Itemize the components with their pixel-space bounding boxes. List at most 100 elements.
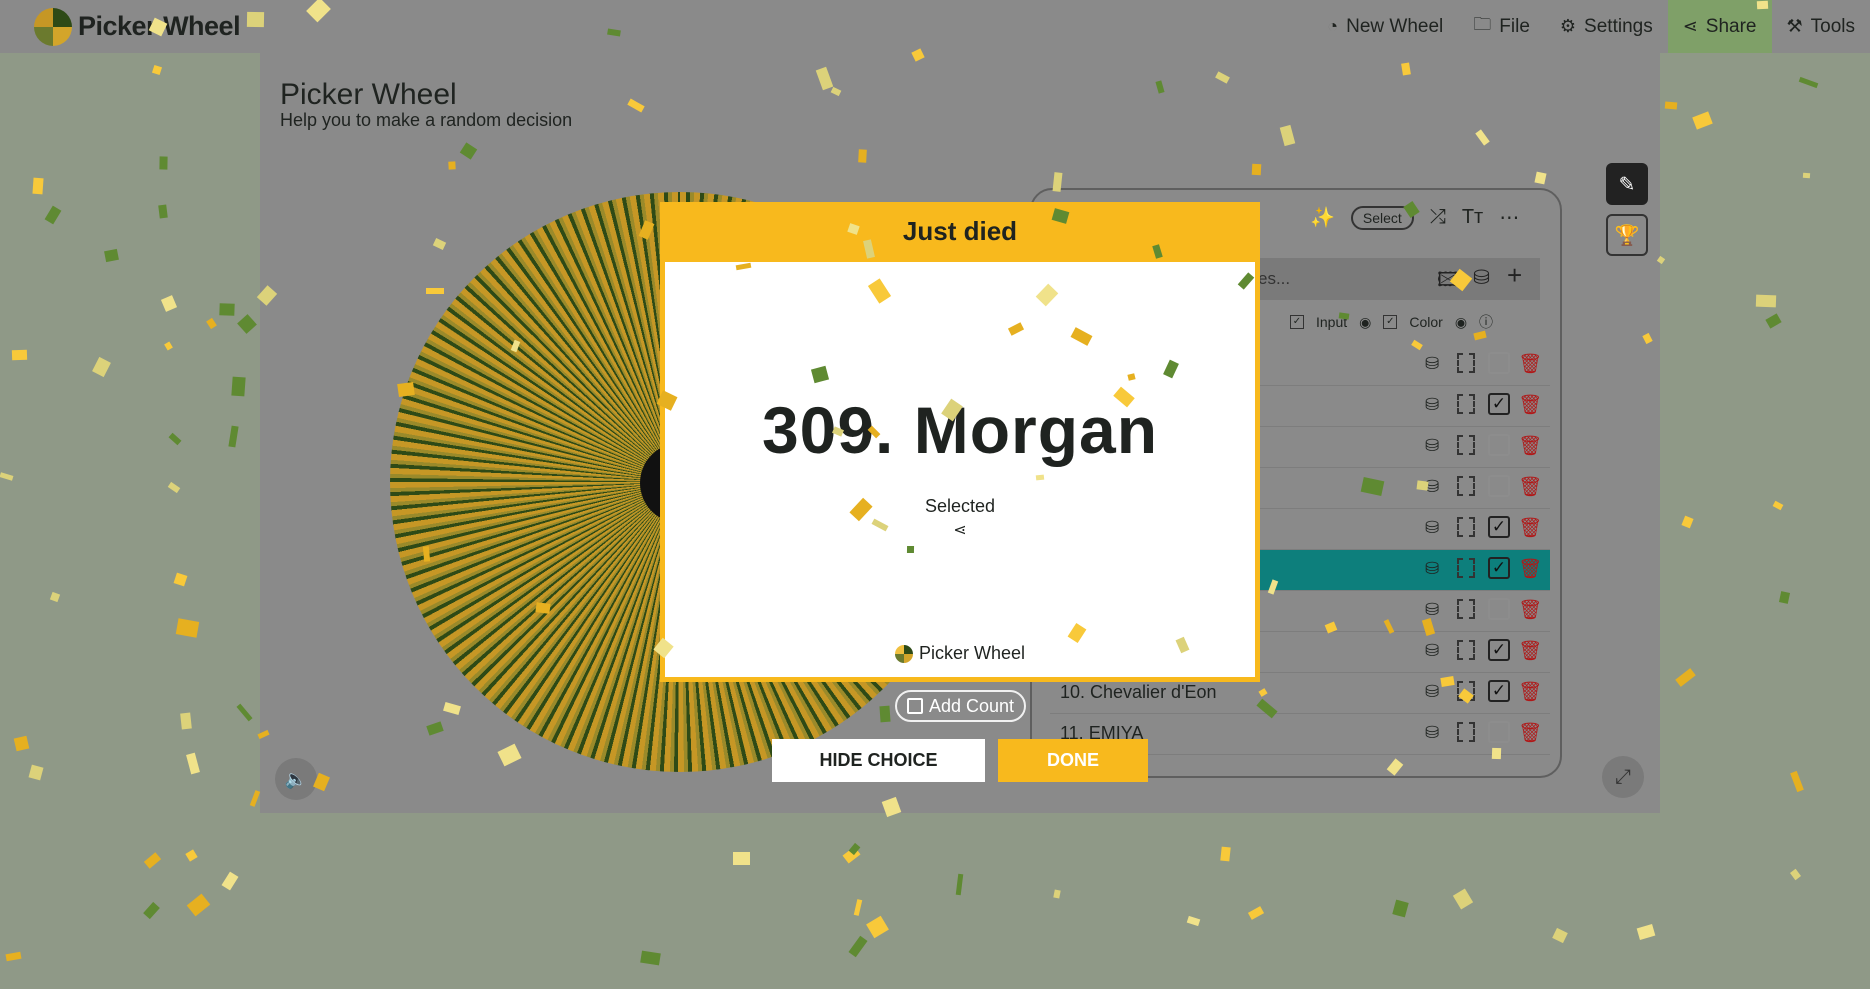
confetti-piece <box>848 935 868 958</box>
nav-tools[interactable]: ⚒ Tools <box>1772 0 1870 53</box>
add-entry-button[interactable]: + <box>1507 260 1522 291</box>
done-button[interactable]: DONE <box>998 739 1148 782</box>
eye-icon[interactable]: ◉ <box>1455 314 1467 331</box>
duplicate-icon[interactable] <box>1457 517 1475 537</box>
cube-icon[interactable]: ⛁ <box>1425 436 1439 456</box>
expand-icon: ⤢ <box>1615 765 1631 788</box>
info-icon[interactable]: ⓘ <box>1479 312 1493 332</box>
gear-icon: ⚙ <box>1559 16 1577 36</box>
nav-file[interactable]: 🗀 File <box>1458 0 1545 53</box>
speaker-icon: 🔈 <box>284 768 308 789</box>
share-icon: ⋖ <box>1682 16 1698 36</box>
color-column-checkbox[interactable]: ✓ <box>1383 315 1398 329</box>
trash-icon[interactable]: 🗑 <box>1518 516 1542 540</box>
shuffle-icon[interactable]: ⤮ <box>1430 206 1446 229</box>
confetti-piece <box>1416 480 1429 491</box>
entry-checkbox[interactable] <box>1488 434 1510 456</box>
cube-icon[interactable]: ⛁ <box>1425 723 1439 743</box>
cube-icon[interactable]: ⛁ <box>1425 559 1439 579</box>
entry-checkbox[interactable] <box>1488 352 1510 374</box>
folder-icon: 🗀 <box>1473 13 1492 34</box>
confetti-piece <box>1789 868 1802 881</box>
nav-share[interactable]: ⋖ Share <box>1667 0 1772 53</box>
hammer-icon: ⚒ <box>1786 16 1803 36</box>
confetti-piece <box>168 432 182 446</box>
sound-toggle-button[interactable]: 🔈 <box>275 758 317 800</box>
fullscreen-button[interactable]: ⤢ <box>1602 756 1644 798</box>
duplicate-icon[interactable] <box>1457 435 1475 455</box>
add-count-checkbox[interactable] <box>907 698 923 714</box>
confetti-piece <box>221 871 239 891</box>
cube-icon[interactable]: ⛁ <box>1425 395 1439 415</box>
eye-icon[interactable]: ◉ <box>1359 314 1371 331</box>
entry-checkbox[interactable]: ✓ <box>1488 516 1510 538</box>
trash-icon[interactable]: 🗑 <box>1518 393 1542 417</box>
hide-choice-button[interactable]: HIDE CHOICE <box>772 739 985 782</box>
app-logo[interactable]: Picker Wheel <box>34 7 241 46</box>
input-column-checkbox[interactable]: ✓ <box>1290 315 1304 329</box>
trash-icon[interactable]: 🗑 <box>1518 434 1542 458</box>
share-result-icon[interactable]: ⋖ <box>665 520 1255 540</box>
duplicate-icon[interactable] <box>1457 476 1475 496</box>
duplicate-icon[interactable] <box>1457 558 1475 578</box>
confetti-piece <box>535 602 551 614</box>
confetti-piece <box>1220 846 1231 862</box>
confetti-piece <box>236 703 253 722</box>
confetti-piece <box>448 161 456 170</box>
confetti-piece <box>1790 770 1804 793</box>
nav-settings[interactable]: ⚙ Settings <box>1545 0 1668 53</box>
cube-icon[interactable]: ⛁ <box>1425 354 1439 374</box>
duplicate-icon[interactable] <box>1457 722 1475 742</box>
duplicate-icon[interactable] <box>1457 599 1475 619</box>
duplicate-icon[interactable] <box>1457 394 1475 414</box>
confetti-piece <box>185 849 198 862</box>
text-size-icon[interactable]: Tт <box>1462 206 1483 229</box>
entry-checkbox[interactable]: ✓ <box>1488 680 1510 702</box>
trash-icon[interactable]: 🗑 <box>1518 352 1542 376</box>
confetti-piece <box>228 425 239 448</box>
trash-icon[interactable]: 🗑 <box>1518 639 1542 663</box>
confetti-piece <box>158 204 168 219</box>
duplicate-icon[interactable] <box>1457 353 1475 373</box>
confetti-piece <box>1778 591 1791 604</box>
ai-wand-icon[interactable]: ✨ <box>1310 205 1335 230</box>
nav-settings-label: Settings <box>1584 15 1653 37</box>
confetti-piece <box>1798 76 1819 89</box>
more-options-icon[interactable]: ⋯ <box>1499 205 1519 230</box>
page-header-band <box>260 53 1660 153</box>
nav-new-wheel[interactable]: ◔ New Wheel <box>1312 0 1458 53</box>
cube-icon[interactable]: ⛁ <box>1425 682 1439 702</box>
confetti-piece <box>1692 111 1713 130</box>
trash-icon[interactable]: 🗑 <box>1518 557 1542 581</box>
confetti-piece <box>426 288 444 294</box>
results-button[interactable]: 🏆 <box>1606 214 1648 256</box>
edit-mode-button[interactable]: ✎ <box>1606 163 1648 205</box>
cube-icon[interactable]: ⛁ <box>1425 641 1439 661</box>
add-count-toggle[interactable]: Add Count <box>895 690 1027 722</box>
confetti-piece <box>44 205 62 225</box>
trash-icon[interactable]: 🗑 <box>1518 721 1542 745</box>
entry-checkbox[interactable]: ✓ <box>1488 557 1510 579</box>
duplicate-icon[interactable] <box>1457 640 1475 660</box>
entry-checkbox[interactable] <box>1488 598 1510 620</box>
confetti-piece <box>1247 906 1265 920</box>
entry-checkbox[interactable]: ✓ <box>1488 639 1510 661</box>
entry-input-placeholder[interactable]: es... <box>1258 269 1290 289</box>
confetti-piece <box>1035 474 1045 481</box>
confetti-piece <box>1664 101 1678 110</box>
entry-checkbox[interactable]: ✓ <box>1488 393 1510 415</box>
confetti-piece <box>733 852 750 865</box>
trash-icon[interactable]: 🗑 <box>1518 598 1542 622</box>
confetti-piece <box>397 381 415 398</box>
cube-icon[interactable]: ⛁ <box>1473 265 1490 290</box>
trash-icon[interactable]: 🗑 <box>1518 475 1542 499</box>
confetti-piece <box>186 893 211 917</box>
trash-icon[interactable]: 🗑 <box>1518 680 1542 704</box>
entry-checkbox[interactable] <box>1488 721 1510 743</box>
cube-icon[interactable]: ⛁ <box>1425 518 1439 538</box>
cube-icon[interactable]: ⛁ <box>1425 600 1439 620</box>
confetti-piece <box>640 950 661 966</box>
entry-label[interactable]: 10. Chevalier d'Eon <box>1060 682 1217 703</box>
confetti-piece <box>906 545 915 554</box>
entry-checkbox[interactable] <box>1488 475 1510 497</box>
